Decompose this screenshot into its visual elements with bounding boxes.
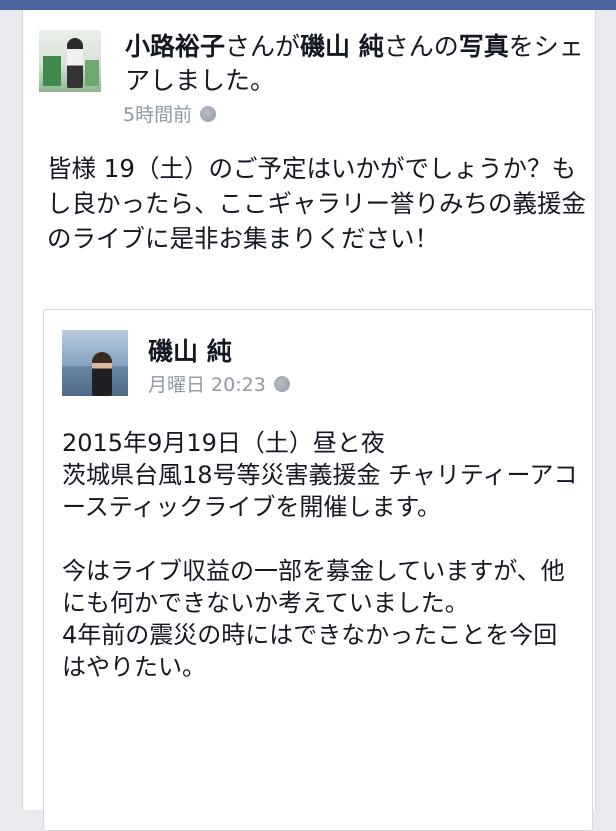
author-name-link[interactable]: 小路裕子: [125, 32, 225, 61]
paragraph-spacer: [62, 523, 578, 555]
feed-story-card: 小路裕子さんが磯山 純さんの写真をシェアしました。 5時間前 皆様 19（土）の…: [22, 10, 596, 831]
header-text-part: さんの: [383, 32, 459, 61]
shared-from-name-link[interactable]: 磯山 純: [300, 32, 384, 61]
globe-icon[interactable]: [200, 105, 217, 122]
story-timestamp[interactable]: 5時間前: [123, 100, 192, 127]
avatar-person: [67, 38, 83, 88]
shared-paragraph: 今はライブ収益の一部を募金していますが、他にも何かできないか考えていました。 4…: [62, 557, 565, 681]
story-message: 皆様 19（土）のご予定はいかがでしょうか？もし良かったら、ここギャラリー誉りみ…: [47, 154, 586, 253]
author-avatar[interactable]: [39, 30, 101, 92]
story-timestamp-row: 5時間前: [123, 100, 217, 127]
shared-paragraph: 2015年9月19日（土）昼と夜 茨城県台風18号等災害義援金 チャリティーアコ…: [62, 429, 578, 521]
story-header: 小路裕子さんが磯山 純さんの写真をシェアしました。: [125, 30, 585, 98]
shared-timestamp-row: 月曜日 20:23: [148, 370, 290, 397]
header-text-part: さんが: [225, 32, 301, 61]
avatar-background-panel: [43, 56, 61, 86]
avatar-person: [92, 352, 112, 396]
shared-author-avatar[interactable]: [62, 330, 128, 396]
shared-object-link[interactable]: 写真: [459, 32, 509, 61]
globe-icon[interactable]: [273, 375, 290, 392]
shared-author-name[interactable]: 磯山 純: [148, 332, 232, 368]
avatar-background-panel-right: [85, 60, 99, 86]
shared-post-body: 2015年9月19日（土）昼と夜 茨城県台風18号等災害義援金 チャリティーアコ…: [62, 427, 578, 683]
shared-post-card[interactable]: 磯山 純 月曜日 20:23 2015年9月19日（土）昼と夜 茨城県台風18号…: [43, 309, 593, 831]
top-bar: [0, 0, 616, 10]
shared-timestamp[interactable]: 月曜日 20:23: [148, 370, 266, 397]
